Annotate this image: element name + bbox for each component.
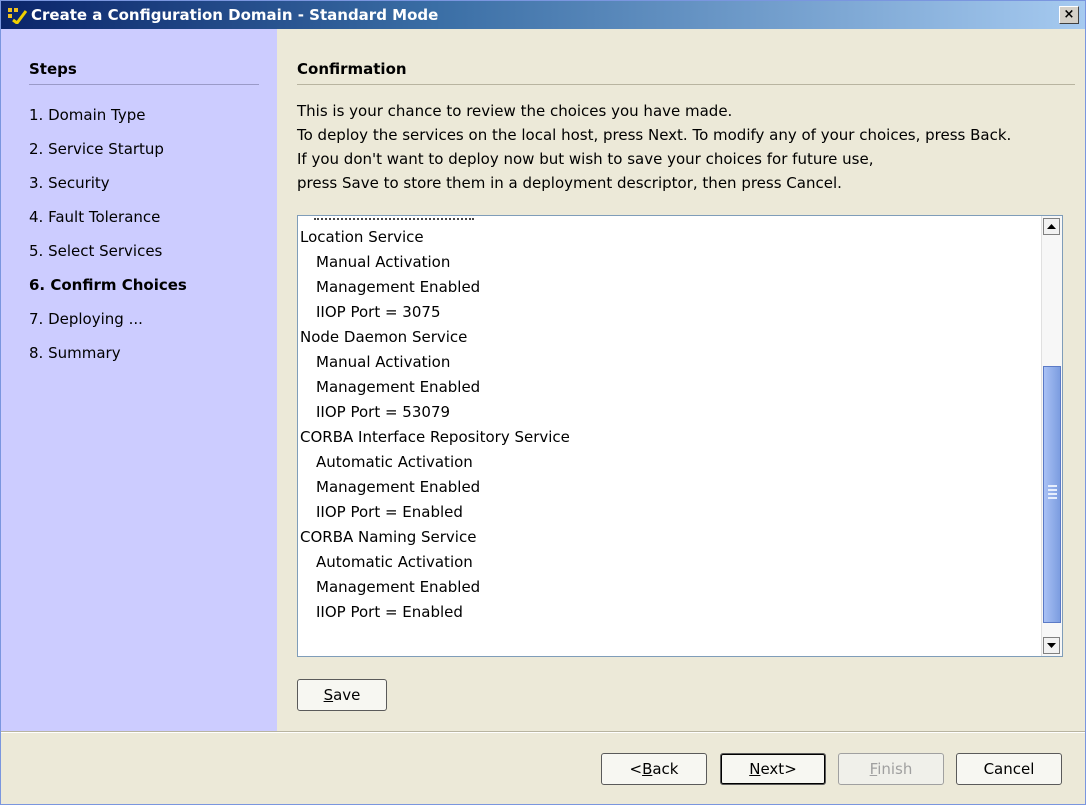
back-button[interactable]: <Back	[601, 753, 707, 785]
save-mnemonic: S	[323, 686, 334, 704]
back-mnemonic: B	[642, 760, 653, 778]
close-icon: ×	[1063, 7, 1075, 22]
summary-line: Automatic Activation	[316, 553, 473, 571]
arrow-up-icon	[1047, 224, 1056, 229]
summary-line: Management Enabled	[316, 378, 481, 396]
step-summary: 8. Summary	[29, 344, 121, 362]
summary-line: Management Enabled	[316, 578, 481, 596]
save-button[interactable]: Save	[297, 679, 387, 711]
app-icon	[7, 6, 28, 26]
next-button[interactable]: Next>	[720, 753, 826, 785]
back-prefix: <	[629, 760, 643, 778]
section-title: Confirmation	[297, 60, 407, 78]
cancel-label: Cancel	[983, 760, 1035, 778]
summary-line: Manual Activation	[316, 353, 451, 371]
section-divider	[297, 84, 1075, 85]
dialog-window: Create a Configuration Domain - Standard…	[0, 0, 1086, 805]
intro-line: To deploy the services on the local host…	[297, 126, 1012, 144]
vertical-scrollbar[interactable]	[1041, 216, 1062, 656]
scroll-thumb[interactable]	[1043, 366, 1061, 623]
next-label: ext>	[760, 760, 797, 778]
summary-line: Automatic Activation	[316, 453, 473, 471]
intro-line: If you don't want to deploy now but wish…	[297, 150, 874, 168]
summary-line: CORBA Naming Service	[300, 528, 477, 546]
step-deploying: 7. Deploying ...	[29, 310, 143, 328]
summary-line: IIOP Port = Enabled	[316, 603, 463, 621]
scroll-down-button[interactable]	[1043, 637, 1060, 654]
arrow-down-icon	[1047, 643, 1056, 648]
step-security: 3. Security	[29, 174, 110, 192]
grip-icon	[1048, 485, 1057, 501]
scroll-up-button[interactable]	[1043, 218, 1060, 235]
summary-line: Manual Activation	[316, 253, 451, 271]
summary-line: IIOP Port = Enabled	[316, 503, 463, 521]
step-service-startup: 2. Service Startup	[29, 140, 164, 158]
finish-button[interactable]: Finish	[838, 753, 944, 785]
steps-divider	[29, 84, 259, 85]
summary-text-area[interactable]: Location Service Manual Activation Manag…	[297, 215, 1063, 657]
intro-line: This is your chance to review the choice…	[297, 102, 733, 120]
step-domain-type: 1. Domain Type	[29, 106, 146, 124]
close-button[interactable]: ×	[1059, 6, 1079, 24]
steps-panel: Steps 1. Domain Type 2. Service Startup …	[1, 29, 277, 731]
footer-divider-highlight	[1, 732, 1085, 733]
summary-line: Location Service	[300, 228, 424, 246]
clipped-previous-line	[314, 218, 474, 224]
intro-line: press Save to store them in a deployment…	[297, 174, 842, 192]
back-label: ack	[652, 760, 679, 778]
steps-title: Steps	[29, 60, 77, 78]
finish-label: inish	[877, 760, 913, 778]
summary-line: Management Enabled	[316, 278, 481, 296]
summary-line: Management Enabled	[316, 478, 481, 496]
window-title: Create a Configuration Domain - Standard…	[31, 6, 439, 24]
step-fault-tolerance: 4. Fault Tolerance	[29, 208, 161, 226]
step-select-services: 5. Select Services	[29, 242, 163, 260]
summary-line: Node Daemon Service	[300, 328, 468, 346]
summary-line: IIOP Port = 53079	[316, 403, 451, 421]
summary-line: CORBA Interface Repository Service	[300, 428, 570, 446]
content-panel: Confirmation This is your chance to revi…	[277, 29, 1085, 731]
cancel-button[interactable]: Cancel	[956, 753, 1062, 785]
next-mnemonic: N	[749, 760, 761, 778]
title-bar[interactable]: Create a Configuration Domain - Standard…	[1, 1, 1085, 29]
step-confirm-choices: 6. Confirm Choices	[29, 276, 187, 294]
summary-line: IIOP Port = 3075	[316, 303, 441, 321]
save-label: ave	[333, 686, 361, 704]
summary-content: Location Service Manual Activation Manag…	[298, 216, 1040, 656]
